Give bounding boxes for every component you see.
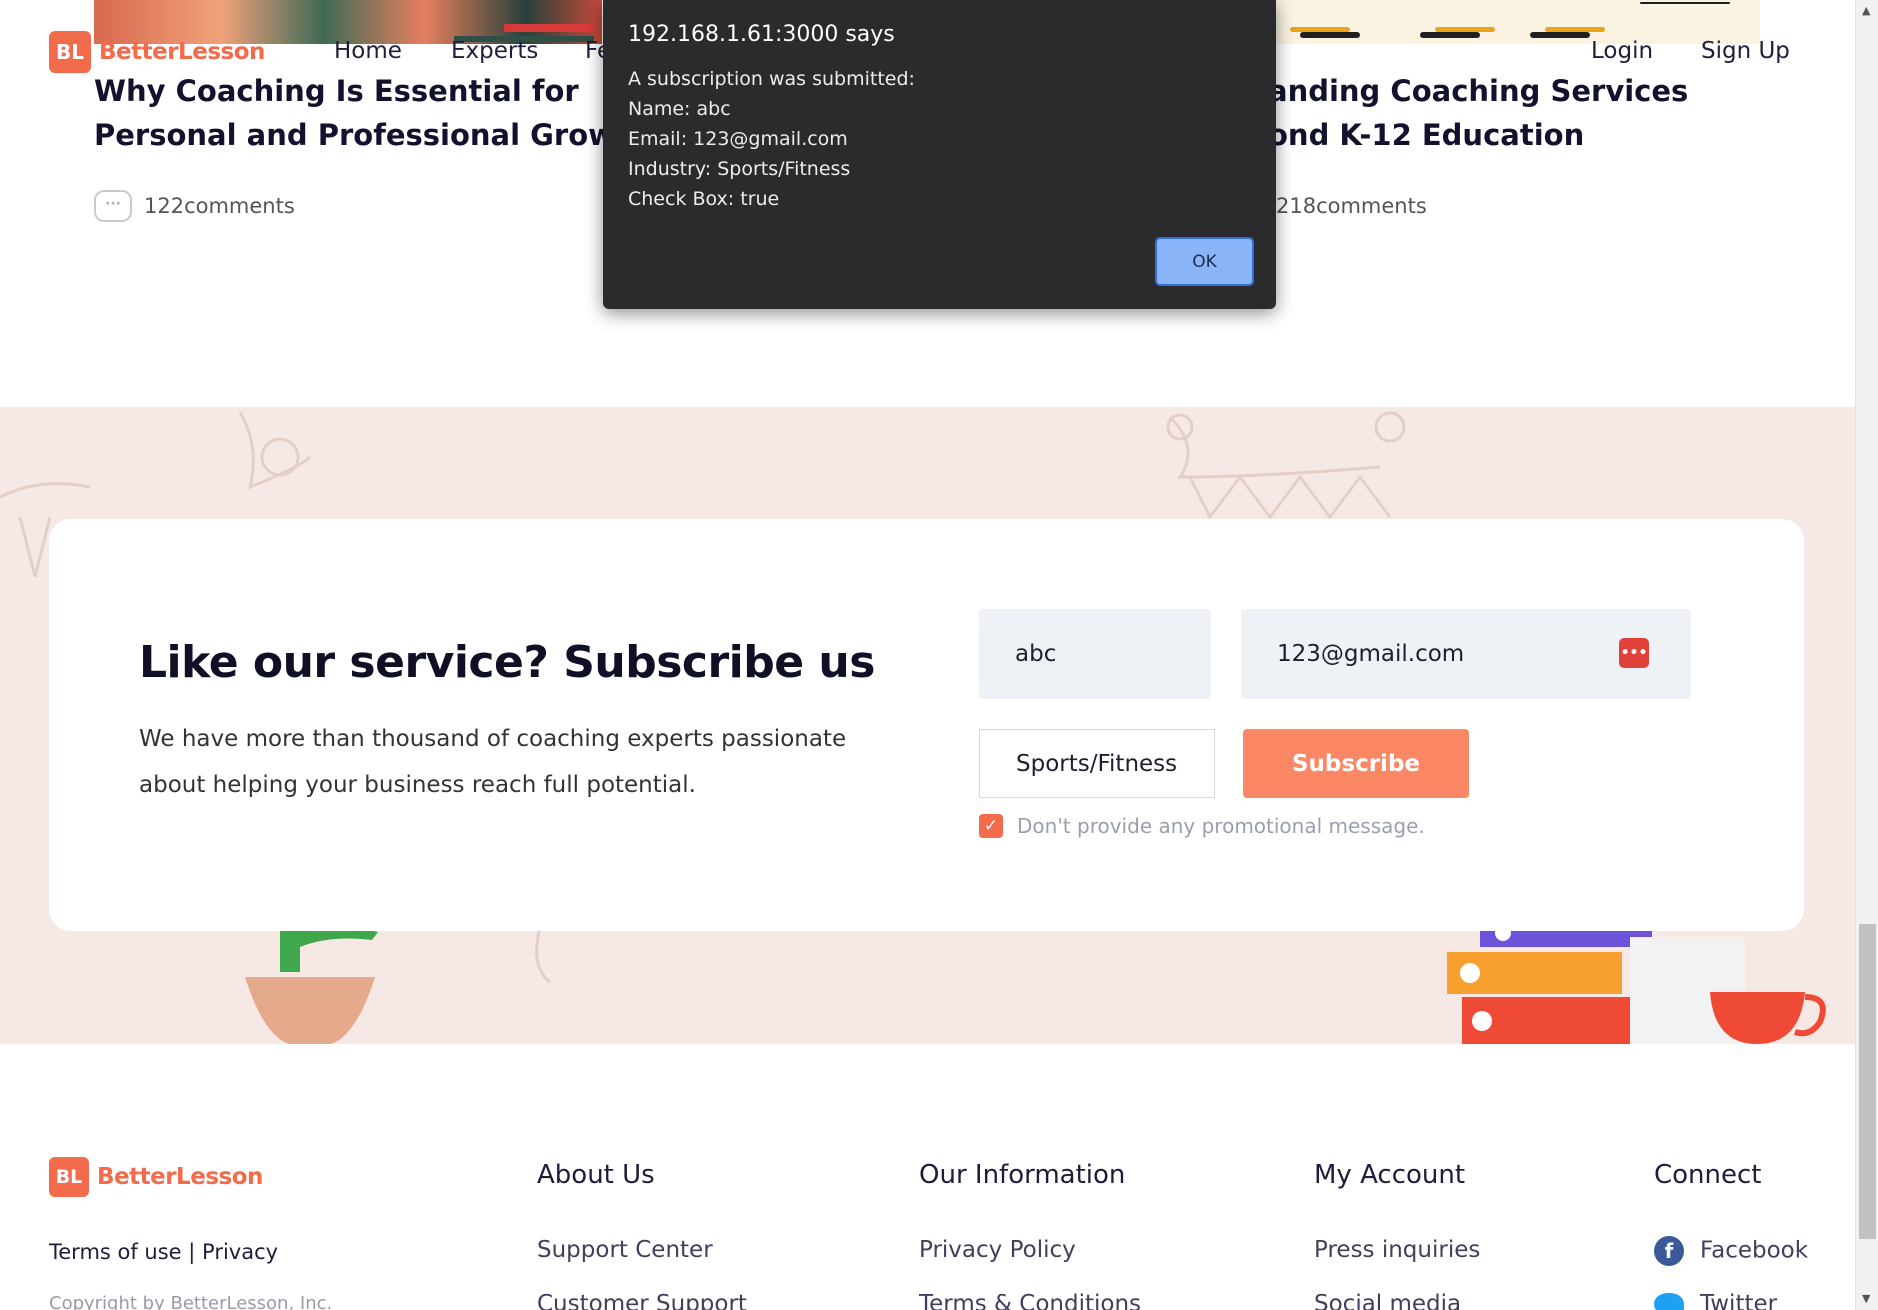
promo-checkbox-label: Don't provide any promotional message. bbox=[1017, 814, 1425, 838]
dialog-message-line: Check Box: true bbox=[628, 188, 780, 210]
footer-heading-connect: Connect bbox=[1654, 1160, 1762, 1190]
subscribe-description: We have more than thousand of coaching e… bbox=[139, 716, 859, 808]
description-line: We have more than thousand of coaching e… bbox=[139, 726, 847, 752]
article-title-left[interactable]: Why Coaching Is Essential for Personal a… bbox=[94, 69, 649, 157]
email-input-value: 123@gmail.com bbox=[1277, 641, 1465, 667]
nav-login[interactable]: Login bbox=[1591, 38, 1653, 64]
dialog-message-line: Name: abc bbox=[628, 98, 731, 120]
email-input[interactable]: 123@gmail.com ••• bbox=[1241, 609, 1691, 699]
logo-text: BetterLesson bbox=[99, 39, 265, 65]
footer-link-customer-support[interactable]: Customer Support bbox=[537, 1291, 747, 1310]
name-input[interactable]: abc bbox=[979, 609, 1211, 699]
logo-text: BetterLesson bbox=[97, 1164, 263, 1190]
nav-experts[interactable]: Experts bbox=[451, 38, 538, 64]
article-comments-right[interactable]: 218comments bbox=[1276, 194, 1427, 218]
article-comments-left[interactable]: ··· 122comments bbox=[94, 190, 295, 222]
image-detail bbox=[1640, 2, 1730, 4]
footer-copyright: Copyright by BetterLesson, Inc. bbox=[49, 1293, 333, 1310]
page-scrollbar[interactable]: ▲ ▼ bbox=[1855, 0, 1878, 1310]
subscribe-button[interactable]: Subscribe bbox=[1243, 729, 1469, 798]
footer-logo[interactable]: BL BetterLesson bbox=[49, 1157, 263, 1197]
article-title-line: Why Coaching Is Essential for bbox=[94, 74, 579, 108]
article-title-right[interactable]: anding Coaching Services ond K-12 Educat… bbox=[1268, 69, 1688, 157]
comment-bubble-icon: ··· bbox=[94, 190, 132, 222]
subscribe-heading: Like our service? Subscribe us bbox=[139, 637, 875, 688]
footer-heading-account: My Account bbox=[1314, 1160, 1466, 1190]
twitter-icon bbox=[1654, 1292, 1684, 1310]
footer-link-press[interactable]: Press inquiries bbox=[1314, 1237, 1480, 1263]
footer-heading-about: About Us bbox=[537, 1160, 655, 1190]
article-title-line: ond K-12 Education bbox=[1268, 118, 1585, 152]
checkmark-icon: ✓ bbox=[983, 816, 999, 836]
logo-mark: BL bbox=[49, 1157, 89, 1197]
footer-heading-info: Our Information bbox=[919, 1160, 1126, 1190]
dialog-message-line: Industry: Sports/Fitness bbox=[628, 158, 851, 180]
twitter-label: Twitter bbox=[1700, 1291, 1778, 1310]
nav-home[interactable]: Home bbox=[334, 38, 402, 64]
article-title-line: anding Coaching Services bbox=[1268, 74, 1689, 108]
dialog-message-line: A subscription was submitted: bbox=[628, 68, 915, 90]
comment-count: 122comments bbox=[144, 194, 295, 218]
comment-count: 218comments bbox=[1276, 194, 1427, 218]
brand-logo[interactable]: BL BetterLesson bbox=[49, 31, 265, 73]
industry-select[interactable]: Sports/Fitness bbox=[979, 729, 1215, 798]
article-title-line: Personal and Professional Growth bbox=[94, 118, 650, 152]
footer-link-social[interactable]: Social media bbox=[1314, 1291, 1461, 1310]
nav-signup[interactable]: Sign Up bbox=[1701, 38, 1790, 64]
promo-opt-out: ✓ Don't provide any promotional message. bbox=[979, 814, 1425, 838]
logo-mark: BL bbox=[49, 31, 91, 73]
facebook-label: Facebook bbox=[1700, 1237, 1809, 1264]
scroll-thumb[interactable] bbox=[1859, 924, 1876, 1239]
footer-link-support-center[interactable]: Support Center bbox=[537, 1237, 713, 1263]
footer-link-privacy-policy[interactable]: Privacy Policy bbox=[919, 1237, 1076, 1263]
dialog-message-line: Email: 123@gmail.com bbox=[628, 128, 848, 150]
dialog-title: 192.168.1.61:3000 says bbox=[628, 22, 895, 47]
facebook-icon: f bbox=[1654, 1236, 1684, 1266]
alert-dialog: 192.168.1.61:3000 says A subscription wa… bbox=[603, 0, 1276, 309]
footer-link-terms[interactable]: Terms & Conditions bbox=[919, 1291, 1141, 1310]
password-manager-icon[interactable]: ••• bbox=[1619, 638, 1649, 668]
industry-select-value: Sports/Fitness bbox=[1016, 750, 1178, 777]
footer-link-facebook[interactable]: f Facebook bbox=[1654, 1236, 1808, 1266]
promo-checkbox[interactable]: ✓ bbox=[979, 814, 1003, 838]
description-line: about helping your business reach full p… bbox=[139, 772, 696, 798]
dialog-ok-button[interactable]: OK bbox=[1155, 237, 1254, 286]
footer-link-twitter[interactable]: Twitter bbox=[1654, 1291, 1777, 1310]
footer-legal[interactable]: Terms of use | Privacy bbox=[49, 1240, 278, 1264]
name-input-value: abc bbox=[1015, 641, 1057, 667]
scroll-down-arrow-icon[interactable]: ▼ bbox=[1862, 1292, 1870, 1305]
scroll-up-arrow-icon[interactable]: ▲ bbox=[1862, 4, 1870, 17]
